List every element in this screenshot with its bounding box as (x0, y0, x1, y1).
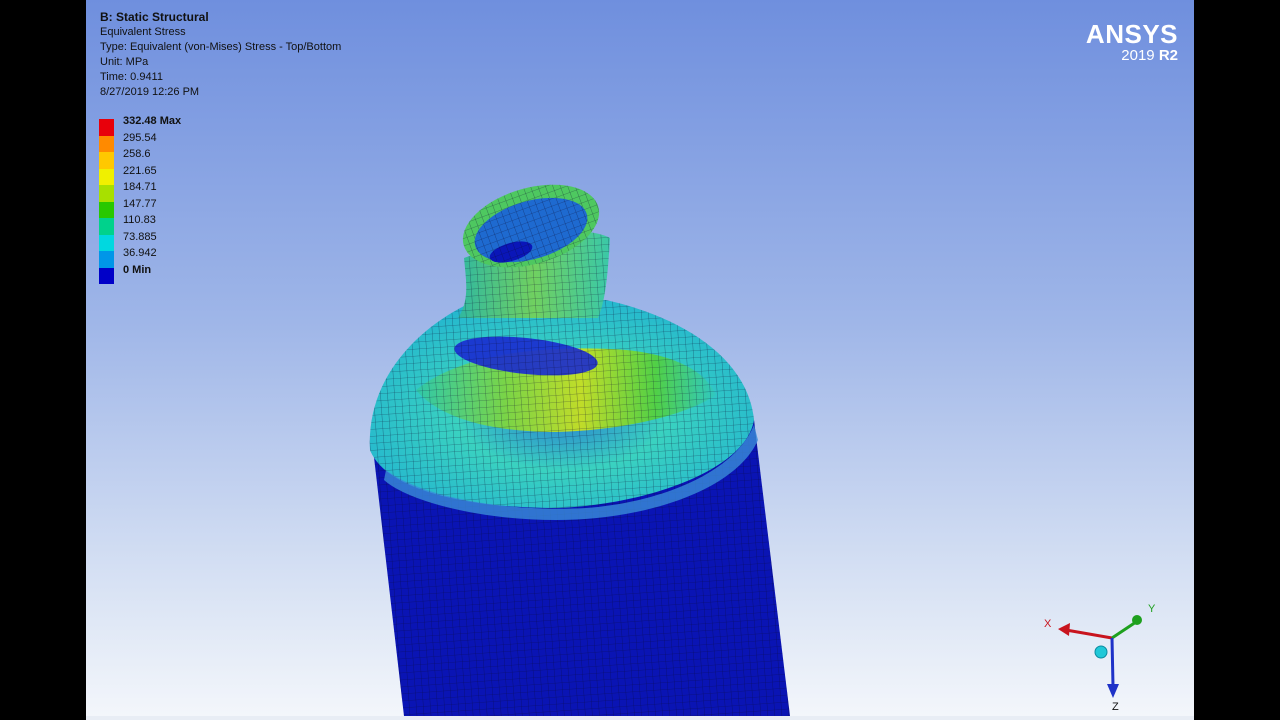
legend-value[interactable]: 110.83 (123, 214, 156, 226)
x-axis-arrow (1058, 623, 1070, 636)
legend-value[interactable]: 184.71 (123, 181, 157, 193)
legend-swatch (99, 234, 114, 251)
version-year: 2019 (1121, 47, 1155, 64)
fea-mesh-model[interactable] (86, 0, 1194, 716)
legend-swatch (99, 135, 114, 152)
legend-value[interactable]: 73.885 (123, 231, 157, 243)
legend-value[interactable]: 221.65 (123, 165, 157, 177)
legend-swatch (99, 185, 114, 202)
legend-value[interactable]: 0 Min (123, 264, 151, 276)
z-axis-label: Z (1112, 701, 1119, 713)
x-axis-label: X (1044, 618, 1052, 630)
version-release: R2 (1158, 47, 1178, 64)
legend-value[interactable]: 36.942 (123, 247, 157, 259)
result-unit: Unit: MPa (100, 56, 149, 68)
graphics-viewport[interactable]: B: Static Structural Equivalent Stress T… (86, 0, 1194, 716)
legend-swatch (99, 152, 114, 169)
analysis-title: B: Static Structural (100, 10, 209, 24)
coordinate-triad[interactable]: X Y Z (1036, 598, 1166, 716)
result-info: B: Static Structural Equivalent Stress T… (100, 10, 341, 100)
y-axis-label: Y (1148, 603, 1156, 615)
legend-value[interactable]: 258.6 (123, 148, 151, 160)
legend-value[interactable]: 147.77 (123, 198, 157, 210)
brand-name: ANSYS (1085, 19, 1178, 49)
ansys-logo: ANSYS 2019 R2 (1086, 20, 1178, 64)
x-axis-line (1065, 628, 1113, 640)
result-name: Equivalent Stress (100, 26, 186, 38)
legend-value[interactable]: 332.48 Max (123, 115, 181, 127)
legend-swatch (99, 168, 114, 185)
legend-swatch (99, 267, 114, 284)
result-time: Time: 0.9411 (100, 71, 163, 83)
z-axis-arrow (1107, 684, 1119, 698)
brand-version: 2019 R2 (1086, 48, 1178, 64)
result-date: 8/27/2019 12:26 PM (100, 86, 200, 98)
legend-swatch (99, 218, 114, 235)
isometric-view-sphere[interactable] (1094, 645, 1108, 659)
z-axis-line (1110, 637, 1115, 687)
legend-swatch (99, 251, 114, 268)
result-type: Type: Equivalent (von-Mises) Stress - To… (100, 41, 342, 53)
y-axis-line (1111, 620, 1137, 640)
y-axis-knob (1132, 615, 1142, 625)
legend-swatch (99, 201, 114, 218)
viewport-bottom-edge (86, 716, 1194, 720)
legend-swatch (99, 119, 114, 136)
legend-value[interactable]: 295.54 (123, 132, 157, 144)
